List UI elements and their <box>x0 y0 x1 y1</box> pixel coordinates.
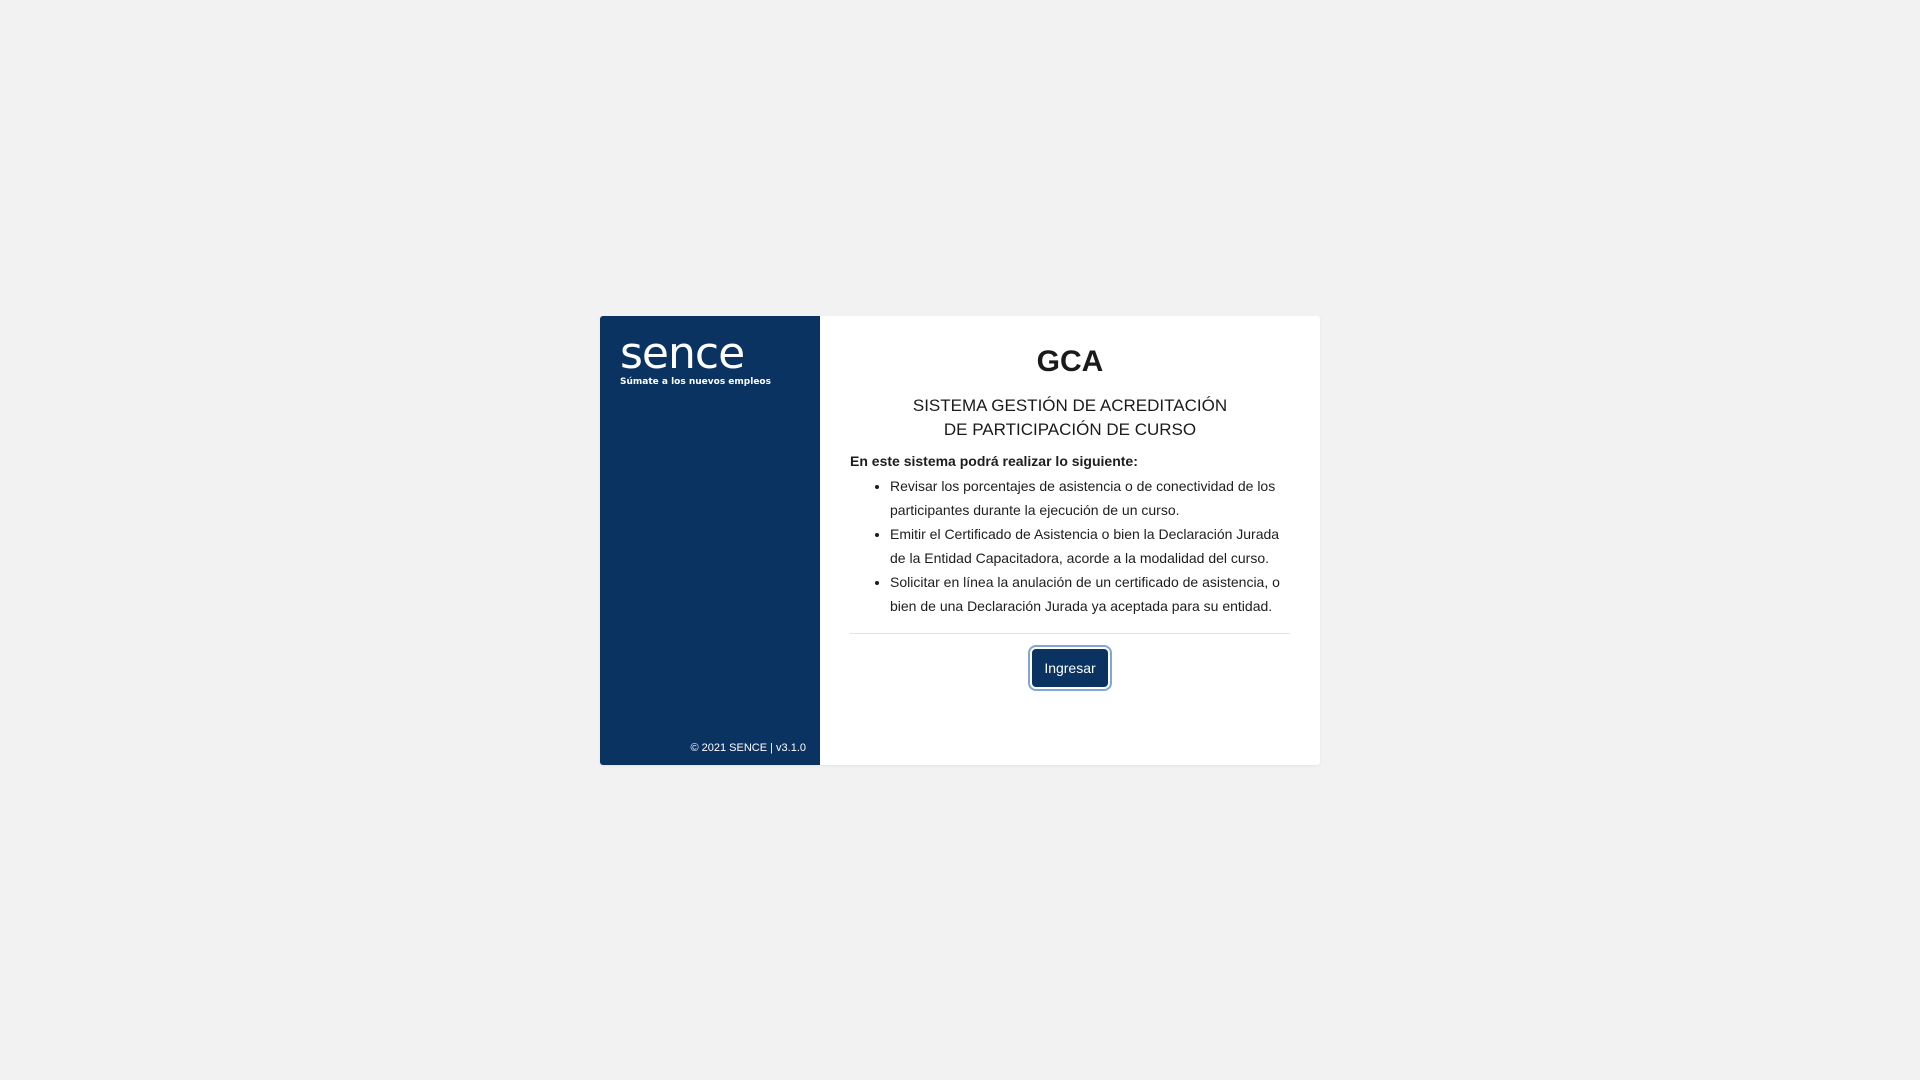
features-list: Revisar los porcentajes de asistencia o … <box>850 474 1290 618</box>
feature-item-certificate: Emitir el Certificado de Asistencia o bi… <box>890 522 1290 570</box>
action-area: Ingresar <box>850 649 1290 687</box>
page-subtitle: SISTEMA GESTIÓN DE ACREDITACIÓN DE PARTI… <box>912 396 1228 439</box>
feature-item-attendance: Revisar los porcentajes de asistencia o … <box>890 474 1290 522</box>
login-button[interactable]: Ingresar <box>1032 649 1108 687</box>
features-intro: En este sistema podrá realizar lo siguie… <box>850 453 1138 469</box>
logo-tagline: Súmate a los nuevos empleos <box>620 377 771 387</box>
sence-logo: sence Súmate a los nuevos empleos <box>620 328 771 390</box>
copyright-version: © 2021 SENCE | v3.1.0 <box>690 742 806 754</box>
info-panel: GCA SISTEMA GESTIÓN DE ACREDITACIÓN DE P… <box>820 316 1320 765</box>
divider <box>850 633 1290 634</box>
login-card: sence Súmate a los nuevos empleos © 2021… <box>600 316 1320 765</box>
page-title: GCA <box>1036 345 1104 378</box>
brand-sidebar: sence Súmate a los nuevos empleos © 2021… <box>600 316 820 765</box>
logo-wordmark: sence <box>620 328 745 379</box>
feature-item-annulment: Solicitar en línea la anulación de un ce… <box>890 570 1290 618</box>
